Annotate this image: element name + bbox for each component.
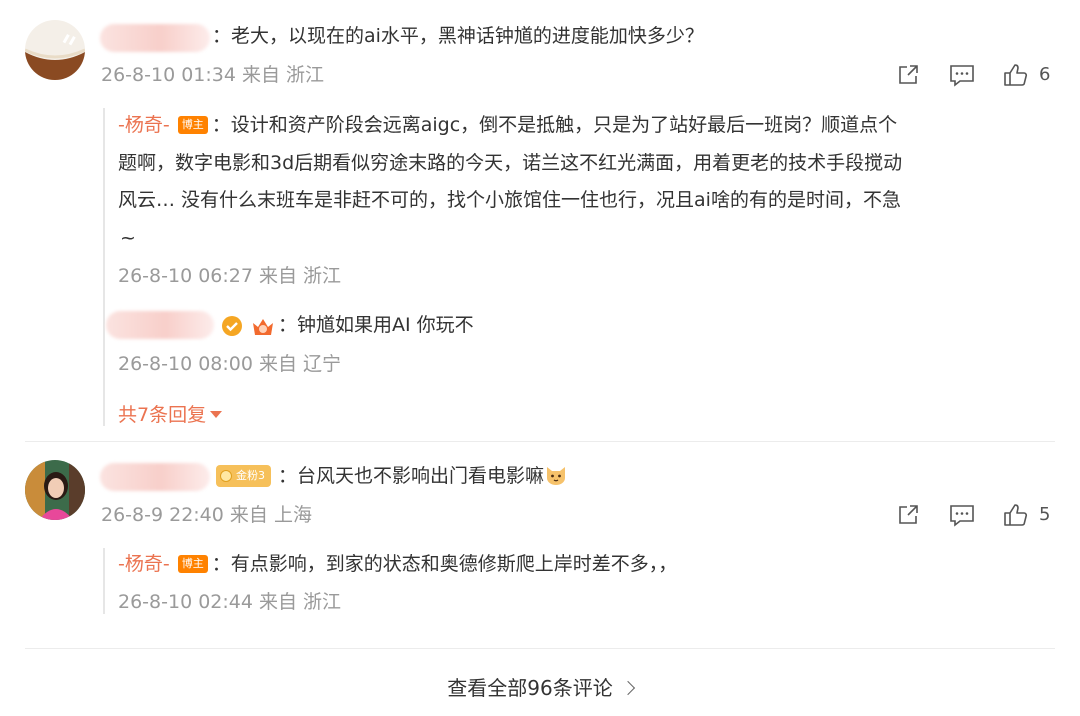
divider: [25, 648, 1055, 649]
reply-text: ：钟馗如果用AI 你玩不: [278, 314, 474, 336]
reply-header: -杨奇- 博主 ：有点影响，到家的状态和奥德修斯爬上岸时差不多，，: [118, 548, 677, 580]
more-replies-label: 共7条回复: [118, 404, 207, 426]
blogger-badge: 博主: [177, 555, 208, 573]
reply-text-line: ：设计和资产阶段会远离aigc，倒不是抵触，只是为了站好最后一班岗？顺道点个: [211, 114, 898, 136]
chevron-right-icon: [620, 680, 635, 696]
fan-level-label: 金粉3: [236, 469, 265, 482]
divider: [25, 441, 1055, 442]
reply-commenter-name[interactable]: [106, 311, 214, 339]
coin-icon: [220, 470, 232, 482]
comment-button[interactable]: [948, 501, 976, 529]
reply-time: 26-8-10 08:00 来自 辽宁: [118, 353, 342, 375]
comment-time: 26-8-10 01:34 来自 浙江: [101, 64, 325, 86]
reply-author[interactable]: -杨奇-: [118, 553, 170, 575]
thumbs-up-icon: [1004, 504, 1028, 526]
thumbs-up-icon: [1004, 64, 1028, 86]
comment-icon: [950, 65, 974, 87]
blogger-badge: 博主: [177, 116, 208, 134]
like-button[interactable]: [1002, 61, 1030, 89]
cat-emoji-icon: [544, 463, 568, 487]
share-icon: [899, 65, 918, 84]
reply-time: 26-8-10 06:27 来自 浙江: [118, 265, 342, 287]
comment-button[interactable]: [948, 61, 976, 89]
share-button[interactable]: [894, 501, 922, 529]
comment-icon: [950, 505, 974, 527]
comment-text: ：台风天也不影响出门看电影嘛: [278, 460, 568, 492]
like-count: 5: [1039, 504, 1051, 525]
verified-badge-icon: [221, 315, 243, 337]
crown-badge-icon: [250, 313, 276, 339]
commenter-name[interactable]: [100, 463, 210, 491]
avatar[interactable]: [25, 460, 85, 520]
share-icon: [899, 505, 918, 524]
reply-text-line: 题啊，数字电影和3d后期看似穷途末路的今天，诺兰这不红光满面，用着更老的技术手段…: [118, 152, 903, 174]
reply-header: -杨奇- 博主 ：设计和资产阶段会远离aigc，倒不是抵触，只是为了站好最后一班岗？…: [118, 109, 897, 141]
commenter-name[interactable]: [100, 24, 210, 52]
view-all-label: 查看全部96条评论: [447, 676, 613, 700]
reply-time: 26-8-10 02:44 来自 浙江: [118, 591, 342, 613]
more-replies-link[interactable]: 共7条回复: [118, 400, 223, 427]
avatar[interactable]: [25, 20, 85, 80]
comment-text-body: ：台风天也不影响出门看电影嘛: [278, 465, 545, 487]
comment-time: 26-8-9 22:40 来自 上海: [101, 504, 312, 526]
like-button[interactable]: [1002, 501, 1030, 529]
reply-author[interactable]: -杨奇-: [118, 114, 170, 136]
reply-text: ：有点影响，到家的状态和奥德修斯爬上岸时差不多，，: [211, 553, 678, 575]
caret-down-icon: [210, 411, 223, 418]
like-count: 6: [1039, 64, 1051, 85]
share-button[interactable]: [894, 61, 922, 89]
reply-thread-line: [103, 108, 105, 426]
view-all-comments-link[interactable]: 查看全部96条评论: [0, 672, 1080, 701]
comment-text: ：老大，以现在的ai水平，黑神话钟馗的进度能加快多少？: [212, 25, 704, 47]
reply-text-line: 风云… 没有什么末班车是非赶不可的，找个小旅馆住一住也行，况且ai啥的有的是时间…: [118, 189, 901, 211]
reply-text-line: ~: [120, 227, 136, 249]
fan-level-badge: 金粉3: [216, 465, 271, 487]
reply-thread-line: [103, 548, 105, 614]
